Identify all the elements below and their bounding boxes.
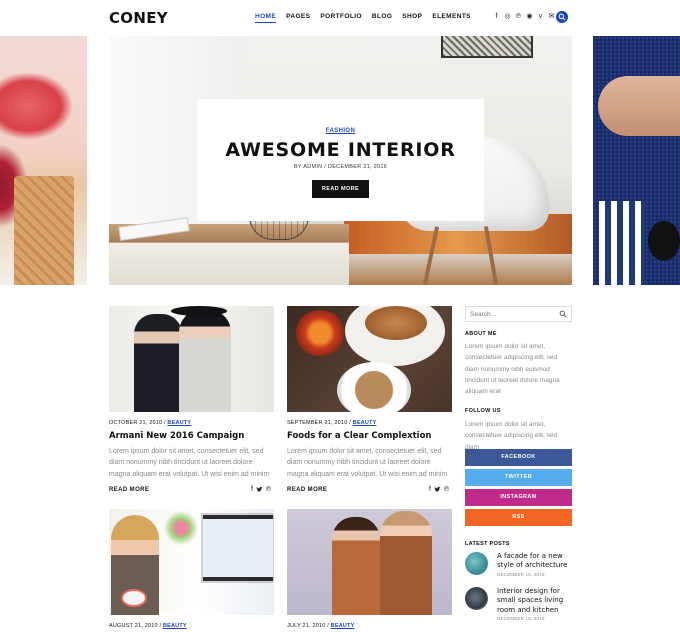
latest-post-thumbnail[interactable] [465,587,488,610]
about-heading: ABOUT ME [465,331,497,337]
twitter-icon[interactable] [256,486,263,495]
twitter-icon[interactable] [434,486,441,495]
post-meta: JULY 21, 2010 / BEAUTY [287,623,355,629]
post-date: OCTOBER 21, 2010 [109,420,163,426]
post-share-icons: f ℗ [251,486,271,495]
hero-read-more-button[interactable]: READ MORE [312,180,369,198]
latest-post-date: DECEMBER 15, 2018 [497,616,545,621]
hero-meta: BY ADMIN / DECEMBER 21, 2016 [293,164,388,170]
post-excerpt: Lorem ipsum dolor sit amet, consectetuer… [109,448,270,478]
follow-text: Lorem ipsum dolor sit amet, consectetuer… [465,421,558,451]
post-card [287,509,452,615]
instagram-icon[interactable]: ◎ [504,12,511,21]
sidebar-search [465,306,572,322]
header-search-button[interactable] [556,11,568,23]
nav-item-pages[interactable]: PAGES [286,13,310,23]
hero-floor [349,254,572,285]
read-more-link[interactable]: READ MORE [287,487,327,493]
hero-card: FASHION AWESOME INTERIOR BY ADMIN / DECE… [197,99,484,221]
post-card [109,509,274,615]
latest-post-item[interactable]: Interior design for small spaces living … [465,587,575,623]
post-image[interactable] [287,306,452,412]
post-date: AUGUST 21, 2010 [109,623,158,629]
latest-post-item[interactable]: A facade for a new style of architecture… [465,552,575,588]
facebook-button[interactable]: FACEBOOK [465,449,572,466]
hero-category-link[interactable]: FASHION [197,128,484,134]
search-icon[interactable] [559,310,567,318]
post-category-link[interactable]: BEAUTY [353,420,377,426]
post-image[interactable] [109,306,274,412]
slider-prev-image[interactable] [0,36,87,285]
pinterest-icon[interactable]: ℗ [444,486,449,495]
post-date: JULY 21, 2010 [287,623,326,629]
hat-shape [171,306,227,316]
pinterest-icon[interactable]: ℗ [266,486,271,495]
post-meta: SEPTEMBER 21, 2010 / BEAUTY [287,420,377,426]
post-image[interactable] [109,509,274,615]
rss-button[interactable]: RSS [465,509,572,526]
hero-wall-frame [441,36,533,58]
post-title[interactable]: Armani New 2016 Campaign [109,431,244,441]
teacup-shape [121,589,147,607]
post-image[interactable] [287,509,452,615]
dribbble-icon[interactable]: ◉ [526,12,533,21]
nav-item-shop[interactable]: SHOP [402,13,422,23]
model-figure [380,511,432,615]
latest-post-title[interactable]: Interior design for small spaces living … [497,587,569,615]
ice-cream-cone-image [14,176,74,285]
nav-item-elements[interactable]: ELEMENTS [432,13,471,23]
model-figure [134,314,182,412]
flowers-shape [164,511,198,545]
site-logo[interactable]: CONEY [109,9,168,27]
post-share-icons: f ℗ [429,486,449,495]
site-header: CONEY HOME PAGES PORTFOLIO BLOG SHOP ELE… [0,0,680,36]
hand-image [598,76,680,136]
flower-shape [295,310,345,356]
main-nav: HOME PAGES PORTFOLIO BLOG SHOP ELEMENTS [255,13,471,23]
pinterest-icon[interactable]: ℗ [515,12,522,21]
post-title[interactable]: Foods for a Clear Complextion [287,431,431,441]
read-more-link[interactable]: READ MORE [109,487,149,493]
model-figure [332,517,380,615]
twitter-button[interactable]: TWITTER [465,469,572,486]
facebook-icon[interactable]: f [493,12,500,21]
slider-next-image[interactable] [593,36,680,285]
email-icon[interactable]: ✉ [548,12,555,21]
cup-image [648,221,680,261]
latest-post-thumbnail[interactable] [465,552,488,575]
latest-posts-heading: LATEST POSTS [465,541,510,547]
nav-item-portfolio[interactable]: PORTFOLIO [320,13,362,23]
post-meta: AUGUST 21, 2010 / BEAUTY [109,623,187,629]
post-meta: OCTOBER 21, 2010 / BEAUTY [109,420,192,426]
post-category-link[interactable]: BEAUTY [331,623,355,629]
vimeo-icon[interactable]: v [537,12,544,21]
latest-post-title[interactable]: A facade for a new style of architecture [497,552,569,571]
latest-post-date: DECEMBER 15, 2018 [497,572,545,577]
post-excerpt: Lorem ipsum dolor sit amet, consectetuer… [287,448,448,478]
post-card [109,306,274,412]
follow-heading: FOLLOW US [465,408,501,414]
model-figure [179,310,231,412]
post-category-link[interactable]: BEAUTY [167,420,191,426]
hero-title[interactable]: AWESOME INTERIOR [197,139,484,161]
post-card [287,306,452,412]
search-icon [558,13,566,21]
monitor-shape [201,513,274,583]
facebook-icon[interactable]: f [251,486,253,495]
about-text: Lorem ipsum dolor sit amet, consectetuer… [465,343,560,396]
post-date: SEPTEMBER 21, 2010 [287,420,348,426]
facebook-icon[interactable]: f [429,486,431,495]
sidebar-search-input[interactable] [470,310,555,319]
nav-item-home[interactable]: HOME [255,13,277,23]
nav-item-blog[interactable]: BLOG [372,13,392,23]
post-category-link[interactable]: BEAUTY [163,623,187,629]
striped-shirt-image [599,201,645,285]
coffee-mug-shape [337,362,411,412]
pastry-shape [365,306,427,340]
instagram-button[interactable]: INSTAGRAM [465,489,572,506]
